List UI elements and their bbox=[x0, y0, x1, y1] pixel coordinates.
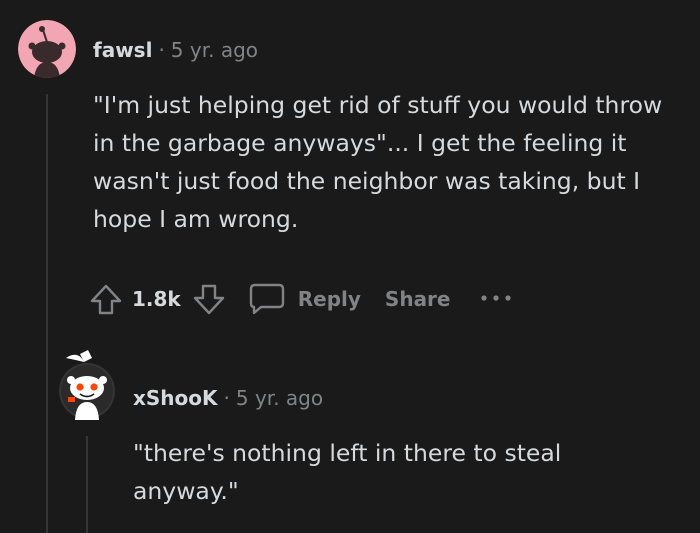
reply-button[interactable]: Reply bbox=[298, 287, 361, 311]
comment-icon[interactable] bbox=[247, 281, 287, 317]
downvote-icon[interactable] bbox=[191, 282, 227, 316]
meta-separator: · bbox=[158, 38, 165, 62]
comment-body: "there's nothing left in there to steal … bbox=[133, 439, 562, 505]
timestamp[interactable]: 5 yr. ago bbox=[236, 386, 323, 410]
snoo-avatar-icon bbox=[59, 350, 115, 420]
meta-separator: · bbox=[223, 386, 230, 410]
comment-meta: xShooK · 5 yr. ago bbox=[133, 386, 323, 410]
comment-actions: 1.8k Reply Share bbox=[88, 281, 513, 317]
snoo-avatar-icon bbox=[18, 20, 76, 78]
timestamp[interactable]: 5 yr. ago bbox=[171, 38, 258, 62]
comment-body: "I'm just helping get rid of stuff you w… bbox=[93, 91, 663, 233]
upvote-icon[interactable] bbox=[88, 282, 124, 316]
thread-line[interactable] bbox=[46, 94, 48, 533]
thread-line[interactable] bbox=[86, 436, 88, 533]
avatar[interactable] bbox=[58, 350, 116, 420]
comment-meta: fawsl · 5 yr. ago bbox=[93, 38, 258, 62]
more-icon[interactable] bbox=[479, 293, 513, 305]
avatar[interactable] bbox=[18, 20, 76, 78]
username[interactable]: fawsl bbox=[93, 38, 152, 62]
username[interactable]: xShooK bbox=[133, 386, 218, 410]
vote-score: 1.8k bbox=[132, 287, 181, 311]
share-button[interactable]: Share bbox=[385, 287, 451, 311]
